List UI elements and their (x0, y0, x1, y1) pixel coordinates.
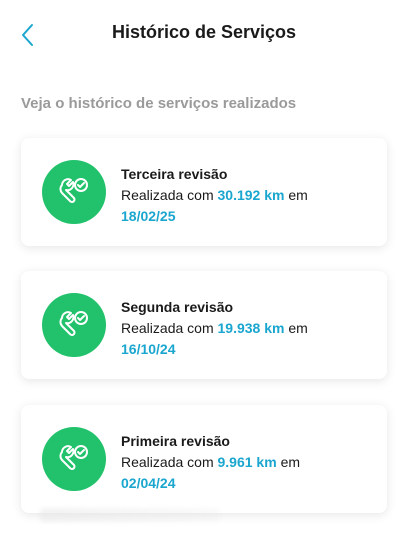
service-prefix: Realizada com (121, 320, 214, 336)
wrench-check-icon (59, 445, 88, 470)
service-title: Terceira revisão (121, 166, 228, 182)
service-card-text: Primeira revisão Realizada com 9.961 km … (121, 431, 371, 493)
service-mileage-line: Realizada com 30.192 km em (121, 185, 371, 205)
service-km: 30.192 km (217, 187, 285, 203)
service-mileage-line: Realizada com 19.938 km em (121, 318, 371, 338)
service-card-primeira[interactable]: Primeira revisão Realizada com 9.961 km … (21, 405, 387, 513)
page-subtitle: Veja o histórico de serviços realizados (21, 95, 297, 112)
service-title: Segunda revisão (121, 299, 234, 315)
service-icon-badge (42, 160, 106, 224)
service-date: 16/10/24 (121, 341, 176, 357)
scroll-fade-hint (40, 508, 220, 522)
app-header: Histórico de Serviços (0, 0, 408, 70)
service-card-segunda[interactable]: Segunda revisão Realizada com 19.938 km … (21, 271, 387, 379)
service-icon-badge (42, 427, 106, 491)
service-prefix: Realizada com (121, 454, 214, 470)
service-card-text: Terceira revisão Realizada com 30.192 km… (121, 164, 371, 226)
service-date: 18/02/25 (121, 208, 176, 224)
service-date: 02/04/24 (121, 475, 176, 491)
service-suffix: em (288, 320, 308, 336)
page-title: Histórico de Serviços (111, 22, 297, 42)
service-suffix: em (280, 454, 301, 470)
wrench-check-icon (59, 178, 88, 203)
service-card-text: Segunda revisão Realizada com 19.938 km … (121, 297, 371, 359)
service-km: 9.961 km (217, 454, 277, 470)
service-km: 19.938 km (217, 320, 285, 336)
service-mileage-line: Realizada com 9.961 km em (121, 452, 371, 472)
service-history-screen: Histórico de Serviços Veja o histórico d… (0, 0, 408, 540)
service-icon-badge (42, 293, 106, 357)
service-prefix: Realizada com (121, 187, 214, 203)
wrench-check-icon (59, 311, 88, 336)
service-card-terceira[interactable]: Terceira revisão Realizada com 30.192 km… (21, 138, 387, 246)
service-title: Primeira revisão (121, 433, 230, 449)
service-suffix: em (288, 187, 308, 203)
